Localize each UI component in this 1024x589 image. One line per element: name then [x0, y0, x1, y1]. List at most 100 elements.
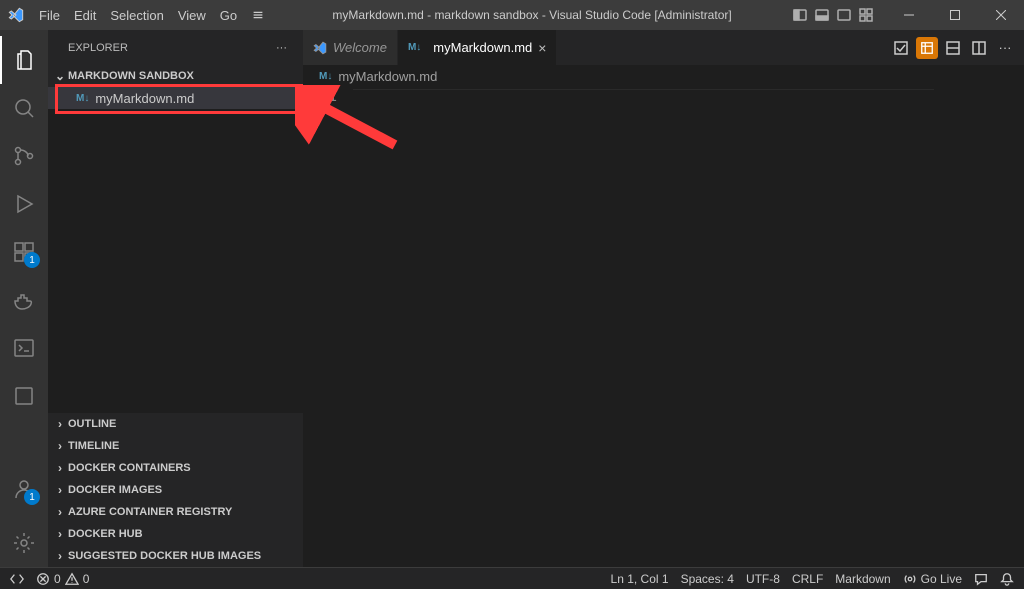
window-title: myMarkdown.md - markdown sandbox - Visua… [272, 8, 792, 22]
status-remote-icon[interactable] [4, 572, 30, 586]
title-bar: File Edit Selection View Go myMarkdown.m… [0, 0, 1024, 30]
menu-edit[interactable]: Edit [67, 0, 103, 30]
tab-label: myMarkdown.md [433, 40, 532, 55]
panel-label: DOCKER IMAGES [68, 484, 162, 496]
tabs-bar: Welcome M↓ myMarkdown.md × ··· [303, 30, 1024, 65]
editor-area: Welcome M↓ myMarkdown.md × ··· M↓ myMark… [303, 30, 1024, 567]
activity-run-debug-icon[interactable] [0, 180, 48, 228]
sidebar-explorer: EXPLORER ··· ⌄ MARKDOWN SANDBOX M↓ myMar… [48, 30, 303, 567]
vscode-tab-icon [313, 41, 327, 55]
activity-todo-icon[interactable] [0, 372, 48, 420]
activity-docker-icon[interactable] [0, 276, 48, 324]
menu-file[interactable]: File [32, 0, 67, 30]
accounts-badge: 1 [24, 489, 40, 505]
status-feedback-icon[interactable] [968, 572, 994, 586]
split-editor-alt-icon[interactable] [942, 37, 964, 59]
file-tree-item[interactable]: M↓ myMarkdown.md [48, 87, 303, 109]
menu-more-icon[interactable] [244, 0, 272, 30]
panel-docker-hub[interactable]: ›DOCKER HUB [48, 523, 303, 545]
file-name: myMarkdown.md [95, 91, 194, 106]
layout-toggle-right-icon[interactable] [836, 7, 852, 23]
chevron-right-icon: › [52, 505, 68, 519]
layout-toggle-bottom-icon[interactable] [814, 7, 830, 23]
chevron-right-icon: › [52, 483, 68, 497]
chevron-right-icon: › [52, 527, 68, 541]
menu-view[interactable]: View [171, 0, 213, 30]
tab-welcome[interactable]: Welcome [303, 30, 398, 65]
markdown-file-icon: M↓ [76, 93, 89, 104]
file-tree: M↓ myMarkdown.md [48, 87, 303, 413]
workspace-name: MARKDOWN SANDBOX [68, 70, 194, 82]
activity-source-control-icon[interactable] [0, 132, 48, 180]
panel-docker-images[interactable]: ›DOCKER IMAGES [48, 479, 303, 501]
status-language[interactable]: Markdown [829, 572, 896, 586]
status-eol[interactable]: CRLF [786, 572, 829, 586]
warning-count: 0 [83, 572, 90, 586]
panel-docker-containers[interactable]: ›DOCKER CONTAINERS [48, 457, 303, 479]
breadcrumb[interactable]: M↓ myMarkdown.md [303, 65, 1024, 87]
split-editor-icon[interactable] [968, 37, 990, 59]
editor-content[interactable]: 1 [303, 87, 1024, 567]
status-bell-icon[interactable] [994, 572, 1020, 586]
activity-terminal-icon[interactable] [0, 324, 48, 372]
panel-label: DOCKER CONTAINERS [68, 462, 191, 474]
window-close-button[interactable] [978, 0, 1024, 30]
error-count: 0 [54, 572, 61, 586]
explorer-title: EXPLORER [68, 42, 128, 54]
chevron-right-icon: › [52, 549, 68, 563]
tab-label: Welcome [333, 40, 387, 55]
activity-search-icon[interactable] [0, 84, 48, 132]
activity-explorer-icon[interactable] [0, 36, 48, 84]
activity-accounts-icon[interactable]: 1 [0, 465, 48, 513]
markdown-file-icon: M↓ [408, 42, 421, 53]
window-minimize-button[interactable] [886, 0, 932, 30]
menu-bar: File Edit Selection View Go [32, 0, 272, 30]
code-line[interactable] [353, 89, 934, 108]
open-preview-side-icon[interactable] [890, 37, 912, 59]
status-problems[interactable]: 0 0 [30, 572, 95, 586]
layout-controls [792, 7, 874, 23]
editor-more-icon[interactable]: ··· [994, 37, 1016, 59]
chevron-right-icon: › [52, 417, 68, 431]
warning-icon [65, 572, 79, 586]
status-ln-col[interactable]: Ln 1, Col 1 [605, 572, 675, 586]
window-maximize-button[interactable] [932, 0, 978, 30]
activity-bar: 1 1 [0, 30, 48, 567]
menu-selection[interactable]: Selection [103, 0, 170, 30]
tab-mymarkdown[interactable]: M↓ myMarkdown.md × [398, 30, 558, 65]
chevron-right-icon: › [52, 461, 68, 475]
error-icon [36, 572, 50, 586]
panel-azure-registry[interactable]: ›AZURE CONTAINER REGISTRY [48, 501, 303, 523]
chevron-down-icon: ⌄ [52, 69, 68, 83]
golive-label: Go Live [921, 572, 962, 586]
chevron-right-icon: › [52, 439, 68, 453]
panel-suggested-docker-hub[interactable]: ›SUGGESTED DOCKER HUB IMAGES [48, 545, 303, 567]
explorer-header: EXPLORER ··· [48, 30, 303, 65]
activity-extensions-icon[interactable]: 1 [0, 228, 48, 276]
panel-label: SUGGESTED DOCKER HUB IMAGES [68, 550, 261, 562]
markdown-file-icon: M↓ [319, 71, 332, 82]
activity-settings-icon[interactable] [0, 519, 48, 567]
workspace-section-header[interactable]: ⌄ MARKDOWN SANDBOX [48, 65, 303, 87]
panel-label: AZURE CONTAINER REGISTRY [68, 506, 232, 518]
panel-label: OUTLINE [68, 418, 116, 430]
breadcrumb-file: myMarkdown.md [338, 69, 437, 84]
code-area[interactable] [353, 87, 1024, 567]
status-bar: 0 0 Ln 1, Col 1 Spaces: 4 UTF-8 CRLF Mar… [0, 567, 1024, 589]
layout-customize-icon[interactable] [858, 7, 874, 23]
status-golive[interactable]: Go Live [897, 572, 968, 586]
line-gutter: 1 [303, 87, 353, 567]
panel-label: DOCKER HUB [68, 528, 143, 540]
tab-close-icon[interactable]: × [538, 40, 546, 56]
layout-toggle-left-icon[interactable] [792, 7, 808, 23]
editor-action-orange-icon[interactable] [916, 37, 938, 59]
explorer-more-icon[interactable]: ··· [276, 42, 287, 54]
panel-timeline[interactable]: ›TIMELINE [48, 435, 303, 457]
collapsed-panels: ›OUTLINE ›TIMELINE ›DOCKER CONTAINERS ›D… [48, 413, 303, 567]
status-encoding[interactable]: UTF-8 [740, 572, 786, 586]
status-spaces[interactable]: Spaces: 4 [675, 572, 740, 586]
panel-outline[interactable]: ›OUTLINE [48, 413, 303, 435]
extensions-badge: 1 [24, 252, 40, 268]
vscode-logo-icon [8, 7, 32, 23]
menu-go[interactable]: Go [213, 0, 244, 30]
